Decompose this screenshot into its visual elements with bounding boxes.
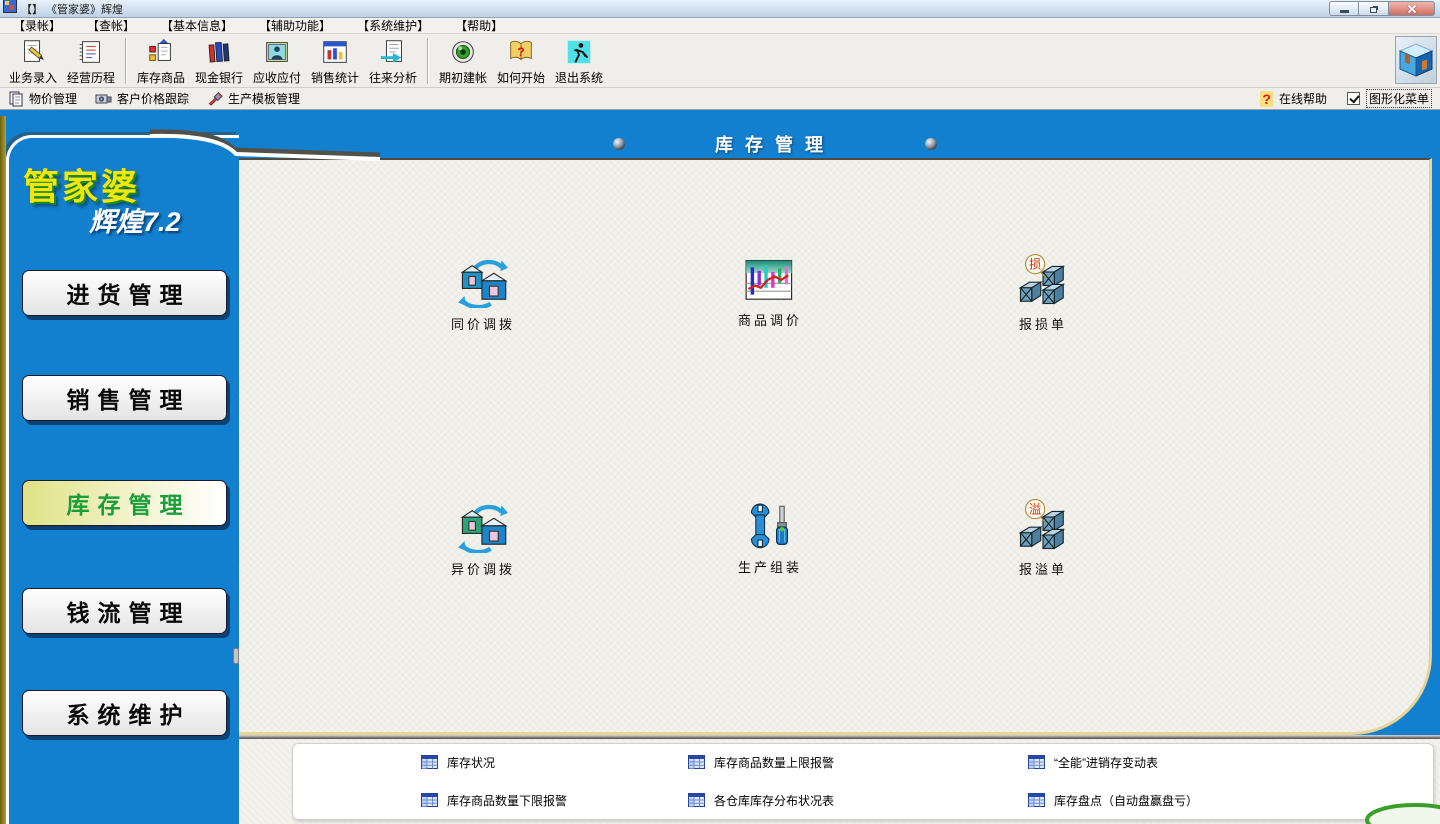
close-button[interactable] <box>1389 1 1435 16</box>
left-edge-strip <box>0 116 6 824</box>
page-title: 库存管理 <box>715 131 835 157</box>
title-bar: 【】 《管家婆》辉煌 <box>0 0 1440 18</box>
toolbar-separator <box>125 38 127 84</box>
edition-logo: 辉煌7.2 <box>89 200 181 239</box>
graphic-menu-label[interactable]: 图形化菜单 <box>1366 89 1432 108</box>
diff-price-transfer-icon <box>457 503 509 553</box>
toolbar-business-history[interactable]: 经营历程 <box>62 36 120 86</box>
table-icon <box>688 755 706 770</box>
minimize-icon <box>1340 10 1349 13</box>
online-help-link[interactable]: 在线帮助 <box>1279 90 1327 107</box>
sidebar: 管家婆 辉煌7.2 进货管理 销售管理 库存管理 钱流管理 系统维护 <box>6 135 239 824</box>
cube-icon <box>1398 41 1434 79</box>
exit-system-icon <box>564 36 594 69</box>
table-icon <box>421 755 439 770</box>
report-link-stock-status[interactable]: 库存状况 <box>421 752 495 772</box>
sidebar-item-purchase[interactable]: 进货管理 <box>22 270 227 316</box>
tile-production-assembly[interactable]: 生产组装 <box>705 503 835 576</box>
sidebar-item-system-maintenance[interactable]: 系统维护 <box>22 690 227 736</box>
overflow-report-icon: 溢 <box>1016 499 1070 553</box>
toolbar-receivable-payable[interactable]: 应收应付 <box>248 36 306 86</box>
tile-same-price-transfer[interactable]: 同价调拨 <box>418 258 548 333</box>
toolbar-how-to-start[interactable]: ? 如何开始 <box>492 36 550 86</box>
main-area: 库存管理 同价调拨 <box>0 110 1440 824</box>
receivable-payable-icon <box>262 36 292 69</box>
reports-panel: 库存状况 库存商品数量上限报警 “全能”进销存变动表 库存商品数量下限报警 各仓… <box>292 743 1434 820</box>
init-account-icon <box>448 36 478 69</box>
toolbar-contacts-analysis[interactable]: 往来分析 <box>364 36 422 86</box>
customer-price-tracking-icon <box>95 91 113 107</box>
toolbar-cash-bank[interactable]: 现金银行 <box>190 36 248 86</box>
quick-bar: 物价管理 客户价格跟踪 生产模板管理 ? 在线帮助 图形化菜单 <box>0 88 1440 110</box>
app-window: 【】 《管家婆》辉煌 【录帐】 【查帐】 【基本信息】 【辅助功能】 【系统维护… <box>0 0 1440 824</box>
report-link-lower-limit-alarm[interactable]: 库存商品数量下限报警 <box>421 790 567 810</box>
quickbar-production-template[interactable]: 生产模板管理 <box>207 90 300 107</box>
sidebar-item-inventory[interactable]: 库存管理 <box>22 480 227 526</box>
main-toolbar: 业务录入 经营历程 库存商品 现金银行 应收应付 <box>0 34 1440 88</box>
page-header: 库存管理 <box>245 130 1305 158</box>
toolbar-init-account[interactable]: 期初建帐 <box>434 36 492 86</box>
graphic-menu-checkbox[interactable] <box>1347 92 1360 105</box>
tile-goods-price-adjust[interactable]: 商品调价 <box>705 258 835 329</box>
same-price-transfer-icon <box>457 258 509 308</box>
goods-price-adjust-icon <box>745 258 795 304</box>
window-title: 【】 《管家婆》辉煌 <box>21 1 123 17</box>
report-link-stocktaking[interactable]: 库存盘点（自动盘赢盘亏） <box>1028 790 1198 810</box>
splitter-notch <box>233 648 239 664</box>
svg-text:溢: 溢 <box>1029 503 1041 517</box>
loss-report-icon: 损 <box>1016 254 1070 308</box>
price-management-icon <box>8 91 25 107</box>
toolbar-separator <box>427 38 429 84</box>
quickbar-customer-price-tracking[interactable]: 客户价格跟踪 <box>95 90 189 107</box>
app-icon <box>3 0 17 18</box>
svg-text:损: 损 <box>1029 258 1041 272</box>
sidebar-item-sales[interactable]: 销售管理 <box>22 375 227 421</box>
svg-text:?: ? <box>517 45 524 59</box>
sphere-icon <box>613 138 625 150</box>
production-template-icon <box>207 91 224 107</box>
content-panel: 同价调拨 商品调价 <box>239 158 1432 735</box>
doc-edit-icon <box>18 36 48 69</box>
toolbar-exit-system[interactable]: 退出系统 <box>550 36 608 86</box>
tile-overflow-report[interactable]: 溢 报溢单 <box>978 499 1108 578</box>
tile-loss-report[interactable]: 损 报损单 <box>978 254 1108 333</box>
menu-query[interactable]: 【查帐】 <box>74 18 148 34</box>
ledger-icon <box>76 36 106 69</box>
goods-stock-icon <box>146 36 176 69</box>
decorative-green-ellipse <box>1360 798 1440 824</box>
cash-bank-icon <box>204 36 234 69</box>
menu-bar: 【录帐】 【查帐】 【基本信息】 【辅助功能】 【系统维护】 【帮助】 <box>0 18 1440 34</box>
restore-icon <box>1370 7 1377 13</box>
table-icon <box>1028 755 1046 770</box>
restore-button[interactable] <box>1359 1 1389 16</box>
quickbar-price-management[interactable]: 物价管理 <box>8 90 77 107</box>
sphere-icon <box>925 138 937 150</box>
menu-help[interactable]: 【帮助】 <box>442 18 516 34</box>
tile-diff-price-transfer[interactable]: 异价调拨 <box>418 503 548 578</box>
brand-cube-logo <box>1395 36 1437 84</box>
toolbar-business-entry[interactable]: 业务录入 <box>4 36 62 86</box>
report-link-upper-limit-alarm[interactable]: 库存商品数量上限报警 <box>688 752 834 772</box>
close-icon <box>1407 4 1417 14</box>
sales-stats-icon <box>320 36 350 69</box>
menu-aux-functions[interactable]: 【辅助功能】 <box>246 18 344 34</box>
bottom-divider <box>239 735 1440 739</box>
toolbar-stock-goods[interactable]: 库存商品 <box>132 36 190 86</box>
table-icon <box>688 793 706 808</box>
report-link-almighty-change-table[interactable]: “全能”进销存变动表 <box>1028 752 1158 772</box>
contacts-analysis-icon <box>378 36 408 69</box>
online-help-icon: ? <box>1260 91 1273 107</box>
production-assembly-icon <box>746 503 794 551</box>
how-to-start-icon: ? <box>506 36 536 69</box>
menu-record[interactable]: 【录帐】 <box>0 18 74 34</box>
sidebar-item-cashflow[interactable]: 钱流管理 <box>22 588 227 634</box>
report-link-warehouse-distribution[interactable]: 各仓库库存分布状况表 <box>688 790 834 810</box>
table-icon <box>1028 793 1046 808</box>
minimize-button[interactable] <box>1329 1 1359 16</box>
menu-basic-info[interactable]: 【基本信息】 <box>148 18 246 34</box>
toolbar-sales-stats[interactable]: 销售统计 <box>306 36 364 86</box>
menu-system-maintenance[interactable]: 【系统维护】 <box>344 18 442 34</box>
table-icon <box>421 793 439 808</box>
